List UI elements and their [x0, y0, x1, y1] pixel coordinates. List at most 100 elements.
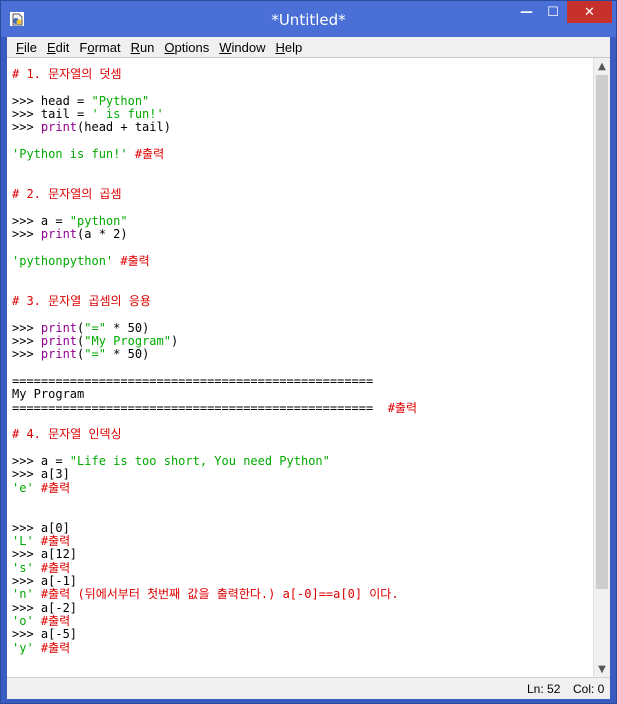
code-line[interactable]: 'e' #출력 — [12, 480, 592, 495]
code-line[interactable] — [12, 161, 592, 174]
code-line[interactable]: >>> a[12] — [12, 548, 592, 561]
code-token-normal: (head + tail) — [77, 120, 171, 135]
menu-item-hot-text: E — [46, 39, 56, 55]
code-line[interactable]: >>> a[3] — [12, 468, 592, 481]
code-token-string: 'e' — [12, 480, 34, 495]
menu-item[interactable]: Options — [159, 40, 214, 55]
code-line[interactable]: 'L' #출력 — [12, 534, 592, 548]
code-line[interactable]: 'Python is fun!' #출력 — [12, 147, 592, 162]
menu-item[interactable]: Window — [214, 40, 270, 55]
code-text[interactable]: # 1. 문자열의 덧셈 >>> head = "Python" >>> tail… — [12, 67, 592, 655]
code-line[interactable]: >>> tail = ' is fun!' — [12, 107, 592, 122]
menu-item[interactable]: Format — [74, 40, 125, 55]
code-line[interactable] — [12, 362, 592, 375]
code-token-string: "My Program" — [84, 333, 171, 348]
code-line[interactable]: >>> a[-1] — [12, 574, 592, 589]
code-line[interactable] — [12, 495, 592, 508]
close-button[interactable]: ✕ — [567, 1, 612, 23]
status-bar: Ln: 52 Col: 0 — [7, 677, 610, 699]
window-client-area: File Edit Format Run Options Window Help # 1. … — [7, 37, 610, 699]
code-token-normal: >>> tail = — [12, 107, 92, 122]
code-line[interactable] — [12, 201, 592, 214]
menu-item-rest-text: rmat — [94, 39, 121, 55]
code-token-comment: # 4. 문자열 인덱싱 — [12, 427, 122, 442]
code-line[interactable]: >>> a[-2] — [12, 601, 592, 615]
vertical-scrollbar[interactable]: ▲ ▼ — [593, 58, 610, 678]
menu-item[interactable]: Run — [126, 40, 160, 55]
code-line[interactable]: 'n' #출력 (뒤에서부터 첫번째 값을 출력한다.) a[-0]==a[0]… — [12, 588, 592, 601]
status-column-number: Col: 0 — [573, 682, 605, 696]
scroll-up-arrow-icon[interactable]: ▲ — [594, 58, 610, 75]
code-line[interactable] — [12, 135, 592, 148]
menu-item[interactable]: Edit — [42, 40, 74, 55]
code-token-normal: >>> head = — [12, 93, 92, 108]
code-line[interactable] — [12, 282, 592, 295]
menu-item-rest-text: ile — [23, 39, 37, 55]
code-line[interactable]: >>> head = "Python" — [12, 93, 592, 108]
code-token-normal: >>> — [12, 347, 41, 362]
code-token-comment: # 1. 문자열의 덧셈 — [12, 67, 122, 81]
code-token-normal: ========================================… — [12, 373, 374, 388]
minimize-button[interactable]: — — [513, 1, 540, 23]
code-line[interactable]: >>> print("My Program") — [12, 333, 592, 348]
code-line[interactable] — [12, 308, 592, 321]
title-bar[interactable]: *Untitled* — ☐ ✕ — [1, 1, 616, 37]
scroll-down-arrow-icon[interactable]: ▼ — [594, 661, 610, 678]
code-line[interactable]: 's' #출력 — [12, 560, 592, 575]
code-token-comment: # 2. 문자열의 곱셈 — [12, 187, 122, 202]
code-token-normal: >>> a[0] — [12, 520, 70, 535]
menu-item-hot-text: F — [16, 39, 24, 55]
code-line[interactable]: # 1. 문자열의 덧셈 — [12, 67, 592, 81]
code-token-normal: >>> a[-1] — [12, 574, 78, 589]
code-token-keyword: print — [40, 320, 78, 335]
menu-item[interactable]: File — [11, 40, 42, 55]
code-token-comment: #출력 — [113, 253, 150, 268]
code-line[interactable]: >>> print(head + tail) — [12, 121, 592, 134]
menu-item-hot-text: R — [130, 39, 140, 55]
code-line[interactable]: >>> a[0] — [12, 520, 592, 535]
code-token-string: 's' — [12, 560, 34, 575]
code-line[interactable] — [12, 241, 592, 254]
code-token-keyword: print — [40, 347, 78, 362]
code-line[interactable] — [12, 175, 592, 188]
code-line[interactable] — [12, 442, 592, 455]
code-line[interactable]: ========================================… — [12, 401, 592, 415]
code-line[interactable]: ========================================… — [12, 373, 592, 388]
status-line-number: Ln: 52 — [527, 682, 561, 696]
maximize-button[interactable]: ☐ — [540, 1, 566, 23]
code-token-normal: (a * 2) — [77, 227, 128, 242]
code-line[interactable]: >>> a = "Life is too short, You need Pyt… — [12, 453, 592, 468]
code-line[interactable]: # 2. 문자열의 곱셈 — [12, 187, 592, 202]
code-line[interactable]: >>> print(a * 2) — [12, 227, 592, 242]
code-token-normal: >>> — [12, 333, 41, 348]
code-token-normal: * 50) — [105, 347, 150, 362]
code-token-string: "=" — [84, 320, 106, 335]
code-token-comment: #출력 — [33, 560, 71, 575]
code-token-normal: >>> a = — [12, 453, 70, 468]
menu-item[interactable]: Help — [271, 40, 308, 55]
code-line[interactable]: 'o' #출력 — [12, 614, 592, 628]
code-line[interactable]: >>> a[-5] — [12, 628, 592, 641]
code-line[interactable]: # 3. 문자열 곱셈의 응용 — [12, 294, 592, 308]
code-line[interactable] — [12, 81, 592, 94]
code-token-comment: #출력 (뒤에서부터 첫번째 값을 출력한다.) a[-0]==a[0] 이다. — [33, 587, 399, 602]
code-token-keyword: print — [40, 333, 78, 348]
code-line[interactable]: >>> a = "python" — [12, 214, 592, 228]
code-line[interactable]: >>> print("=" * 50) — [12, 320, 592, 335]
code-token-comment: #출력 — [127, 147, 165, 162]
code-line[interactable] — [12, 268, 592, 281]
code-line[interactable]: # 4. 문자열 인덱싱 — [12, 428, 592, 441]
code-token-string: "Python" — [91, 93, 150, 108]
code-token-keyword: print — [40, 120, 78, 135]
code-line[interactable]: My Program — [12, 388, 592, 401]
code-line[interactable]: 'pythonpython' #출력 — [12, 253, 592, 268]
menu-item-rest-text: indow — [231, 39, 266, 55]
scroll-thumb[interactable] — [596, 75, 608, 589]
code-line[interactable]: 'y' #출력 — [12, 641, 592, 655]
code-token-normal: My Program — [12, 387, 85, 402]
code-line[interactable]: >>> print("=" * 50) — [12, 348, 592, 361]
code-editor[interactable]: # 1. 문자열의 덧셈 >>> head = "Python" >>> tail… — [7, 57, 610, 678]
menu-item-rest-text: ptions — [174, 39, 210, 55]
code-line[interactable] — [12, 508, 592, 521]
code-line[interactable] — [12, 415, 592, 428]
